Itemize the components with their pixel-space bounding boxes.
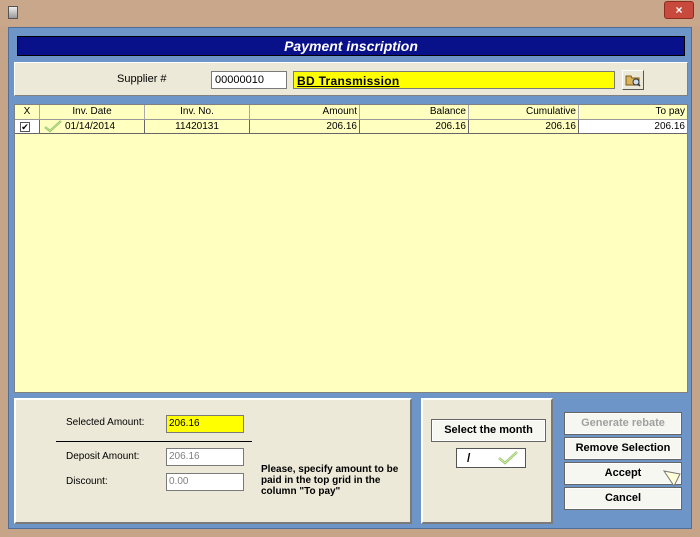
- check-mark-icon: [498, 451, 518, 465]
- mouse-cursor-icon: [663, 470, 681, 487]
- col-header-inv-date[interactable]: Inv. Date: [40, 105, 145, 119]
- remove-selection-button[interactable]: Remove Selection: [564, 437, 682, 460]
- discount-label: Discount:: [66, 476, 108, 487]
- selected-amount-label: Selected Amount:: [66, 417, 145, 428]
- cumulative-cell[interactable]: 206.16: [469, 120, 579, 134]
- page-title: Payment inscription: [17, 36, 685, 56]
- month-value: /: [467, 451, 471, 465]
- to-pay-cell[interactable]: 206.16: [579, 120, 687, 134]
- month-panel: Select the month /: [421, 398, 553, 524]
- grid-header: X Inv. Date Inv. No. Amount Balance Cumu…: [15, 105, 687, 120]
- deposit-amount-label: Deposit Amount:: [66, 451, 140, 462]
- month-field[interactable]: /: [456, 448, 526, 468]
- col-header-inv-no[interactable]: Inv. No.: [145, 105, 250, 119]
- select-month-button[interactable]: Select the month: [431, 419, 546, 442]
- cancel-button[interactable]: Cancel: [564, 487, 682, 510]
- row-select-cell[interactable]: ✔: [15, 120, 40, 134]
- instruction-note: Please, specify amount to be paid in the…: [261, 464, 399, 497]
- check-mark-icon: [44, 120, 62, 133]
- col-header-amount[interactable]: Amount: [250, 105, 360, 119]
- amount-summary-panel: Selected Amount: 206.16 Deposit Amount: …: [14, 398, 412, 524]
- amount-cell[interactable]: 206.16: [250, 120, 360, 134]
- col-header-cumulative[interactable]: Cumulative: [469, 105, 579, 119]
- supplier-name-field[interactable]: BD Transmission: [293, 71, 615, 89]
- close-button[interactable]: ×: [664, 1, 694, 19]
- balance-cell[interactable]: 206.16: [360, 120, 469, 134]
- title-bar: ×: [0, 0, 700, 26]
- app-icon: [8, 6, 18, 19]
- row-checkbox[interactable]: ✔: [20, 122, 30, 132]
- col-header-balance[interactable]: Balance: [360, 105, 469, 119]
- col-header-to-pay[interactable]: To pay: [579, 105, 687, 119]
- inv-date-value: 01/14/2014: [65, 121, 116, 132]
- supplier-label: Supplier #: [117, 73, 167, 85]
- col-header-select[interactable]: X: [15, 105, 40, 119]
- table-row[interactable]: ✔ 01/14/2014 11420131 206.16 206.16 206.…: [15, 120, 687, 134]
- supplier-name-text: BD Transmission: [297, 74, 400, 88]
- invoice-grid[interactable]: X Inv. Date Inv. No. Amount Balance Cumu…: [14, 104, 688, 393]
- selected-amount-field: 206.16: [166, 415, 244, 433]
- generate-rebate-button[interactable]: Generate rebate: [564, 412, 682, 435]
- search-folder-icon: [625, 75, 641, 87]
- inv-date-cell[interactable]: 01/14/2014: [40, 120, 145, 134]
- supplier-search-button[interactable]: [622, 70, 644, 90]
- divider: [56, 441, 252, 442]
- supplier-number-field[interactable]: 00000010: [211, 71, 287, 89]
- deposit-amount-field[interactable]: 206.16: [166, 448, 244, 466]
- dialog-body: Payment inscription Supplier # 00000010 …: [8, 27, 692, 529]
- discount-field[interactable]: 0.00: [166, 473, 244, 491]
- inv-no-cell[interactable]: 11420131: [145, 120, 250, 134]
- supplier-panel: Supplier # 00000010 BD Transmission: [14, 62, 688, 96]
- accept-label: Accept: [604, 467, 642, 479]
